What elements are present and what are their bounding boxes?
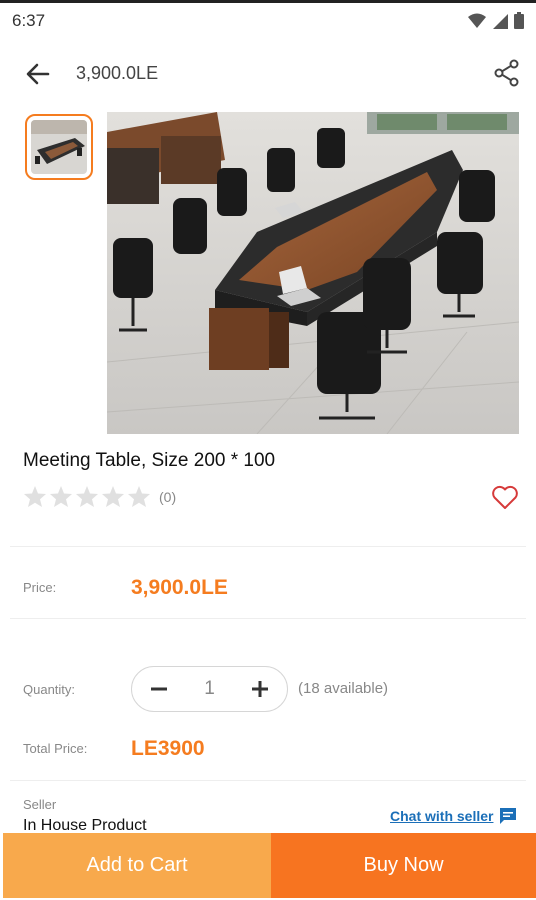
quantity-value: 1 [204, 678, 215, 699]
page-title: 3,900.0LE [76, 63, 159, 83]
bottom-action-bar: Add to Cart Buy Now [3, 833, 536, 898]
app-bar: 3,900.0LE [0, 44, 536, 104]
total-price-label: Total Price: [23, 741, 88, 756]
image-thumbnail[interactable] [25, 114, 93, 180]
seller-label: Seller [23, 797, 57, 812]
star-icon [76, 486, 98, 507]
decrease-button[interactable] [148, 678, 170, 700]
product-name: Meeting Table, Size 200 * 100 [23, 450, 276, 471]
heart-icon [492, 485, 518, 509]
share-button[interactable] [492, 58, 522, 88]
price-value: 3,900.0LE [131, 576, 228, 599]
chat-icon[interactable] [498, 807, 518, 825]
battery-icon [514, 12, 524, 29]
increase-button[interactable] [249, 678, 271, 700]
back-button[interactable] [22, 58, 54, 90]
star-icon [24, 486, 46, 507]
quantity-label: Quantity: [23, 682, 76, 697]
status-bar: 6:37 [0, 0, 536, 40]
minus-icon [151, 687, 167, 691]
chat-with-seller-link[interactable]: Chat with seller [390, 808, 493, 824]
wishlist-button[interactable] [490, 482, 520, 512]
add-to-cart-button[interactable]: Add to Cart [3, 833, 271, 898]
wifi-icon [468, 13, 486, 28]
product-image[interactable] [107, 112, 519, 434]
total-price-value: LE3900 [131, 737, 205, 760]
status-time: 6:37 [12, 11, 46, 30]
price-label: Price: [23, 580, 57, 595]
available-count: (18 available) [298, 680, 389, 697]
quantity-stepper: 1 [131, 666, 288, 712]
rating-count: (0) [159, 488, 177, 505]
buy-now-button[interactable]: Buy Now [271, 833, 536, 898]
signal-icon [493, 13, 508, 29]
back-arrow-icon [26, 63, 50, 85]
divider [10, 546, 526, 547]
share-icon [494, 59, 519, 87]
star-icon [50, 486, 72, 507]
divider [10, 618, 526, 619]
status-icons [468, 12, 524, 29]
thumbnail-image [31, 120, 87, 174]
star-icon [102, 486, 124, 507]
rating-row: (0) [23, 485, 176, 508]
divider [10, 780, 526, 781]
star-icon [128, 486, 150, 507]
plus-icon [251, 681, 268, 697]
